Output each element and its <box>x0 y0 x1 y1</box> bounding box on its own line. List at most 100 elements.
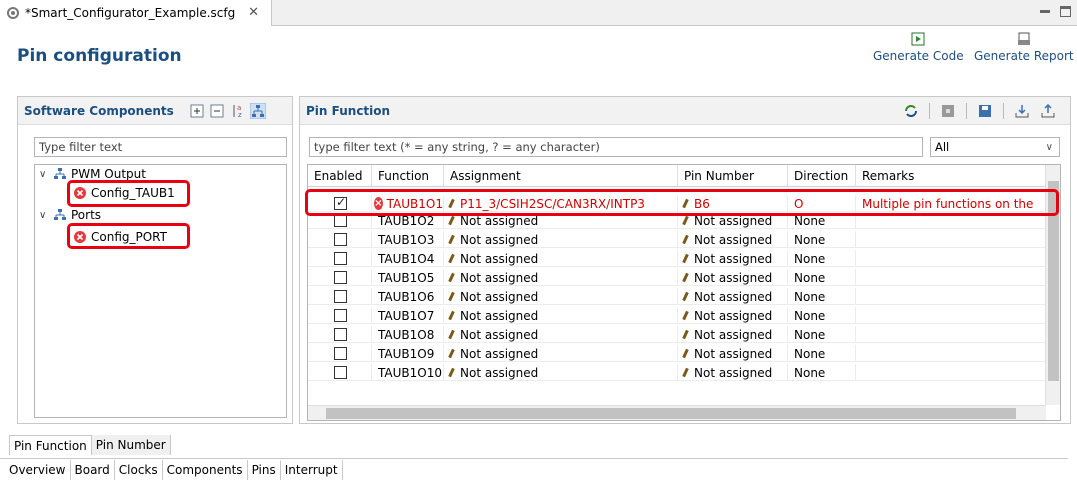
pin-filter-input[interactable]: type filter text (* = any string, ? = an… <box>309 137 923 157</box>
horizontal-scrollbar[interactable] <box>308 405 1046 420</box>
column-header-remarks[interactable]: Remarks <box>856 165 1046 187</box>
pin-number-cell[interactable]: Not assigned <box>678 364 788 381</box>
assignment-cell[interactable]: Not assigned <box>444 326 678 343</box>
enabled-cell <box>308 326 372 343</box>
chevron-down-icon[interactable]: ∨ <box>39 210 49 221</box>
enabled-checkbox[interactable] <box>334 309 347 322</box>
close-icon[interactable]: ✕ <box>248 5 259 20</box>
enabled-checkbox[interactable] <box>334 233 347 246</box>
edit-pencil-icon[interactable] <box>448 348 455 359</box>
minimize-icon[interactable] <box>1040 10 1050 13</box>
edit-pencil-icon[interactable] <box>448 253 455 264</box>
tree-view-icon[interactable] <box>249 102 266 119</box>
pin-number-value: Not assigned <box>694 308 773 323</box>
edit-pencil-icon[interactable] <box>448 234 455 245</box>
column-header-function[interactable]: Function <box>372 165 444 187</box>
tab-pins[interactable]: Pins <box>247 459 281 480</box>
direction-cell: None <box>788 250 856 267</box>
enabled-cell <box>308 269 372 286</box>
edit-pencil-icon[interactable] <box>682 367 689 378</box>
edit-pencil-icon[interactable] <box>682 329 689 340</box>
column-header-assignment[interactable]: Assignment <box>444 165 678 187</box>
edit-pencil-icon[interactable] <box>448 367 455 378</box>
edit-pencil-icon[interactable] <box>448 291 455 302</box>
pin-filter-select[interactable]: All ∨ <box>930 137 1060 157</box>
table-row[interactable]: TAUB1O10 Not assigned Not assigned None <box>308 364 1046 381</box>
chevron-down-icon: ∨ <box>1045 141 1053 153</box>
column-header-direction[interactable]: Direction <box>788 165 856 187</box>
edit-pencil-icon[interactable] <box>682 272 689 283</box>
edit-pencil-icon[interactable] <box>682 291 689 302</box>
enabled-checkbox[interactable] <box>334 366 347 379</box>
tree-node-ports[interactable]: ∨ Ports <box>39 206 101 224</box>
assignment-value: Not assigned <box>460 251 539 266</box>
edit-pencil-icon[interactable] <box>682 253 689 264</box>
function-cell: TAUB1O3 <box>372 231 444 248</box>
sort-icon[interactable]: az <box>230 103 246 119</box>
pin-number-cell[interactable]: Not assigned <box>678 345 788 362</box>
enabled-checkbox[interactable] <box>334 252 347 265</box>
horizontal-scroll-thumb[interactable] <box>326 408 1016 419</box>
pin-number-cell[interactable]: Not assigned <box>678 307 788 324</box>
edit-pencil-icon[interactable] <box>448 310 455 321</box>
table-row[interactable]: TAUB1O5 Not assigned Not assigned None <box>308 269 1046 286</box>
enabled-checkbox[interactable] <box>334 271 347 284</box>
pin-number-cell[interactable]: Not assigned <box>678 288 788 305</box>
assignment-value: Not assigned <box>460 289 539 304</box>
maximize-icon[interactable] <box>1060 6 1071 17</box>
generate-report-button[interactable]: Generate Report <box>974 32 1074 63</box>
tab-interrupt[interactable]: Interrupt <box>281 459 343 480</box>
column-header-pin-number[interactable]: Pin Number <box>678 165 788 187</box>
edit-pencil-icon[interactable] <box>682 310 689 321</box>
import-icon[interactable] <box>1014 103 1030 119</box>
table-row[interactable]: TAUB1O4 Not assigned Not assigned None <box>308 250 1046 267</box>
component-filter-input[interactable]: Type filter text <box>34 137 287 157</box>
generate-code-button[interactable]: Generate Code <box>873 32 964 63</box>
assignment-cell[interactable]: Not assigned <box>444 288 678 305</box>
table-row[interactable]: TAUB1O3 Not assigned Not assigned None <box>308 231 1046 248</box>
tab-clocks[interactable]: Clocks <box>115 459 163 480</box>
table-row[interactable]: TAUB1O7 Not assigned Not assigned None <box>308 307 1046 324</box>
assignment-value: Not assigned <box>460 232 539 247</box>
expand-all-icon[interactable] <box>190 104 204 118</box>
column-header-enabled[interactable]: Enabled <box>308 165 372 187</box>
table-row[interactable]: TAUB1O9 Not assigned Not assigned None <box>308 345 1046 362</box>
enabled-checkbox[interactable] <box>334 347 347 360</box>
export-icon[interactable] <box>1040 103 1056 119</box>
chevron-down-icon[interactable]: ∨ <box>39 169 49 180</box>
edit-pencil-icon[interactable] <box>682 234 689 245</box>
tab-pin-number[interactable]: Pin Number <box>91 435 171 455</box>
edit-pencil-icon[interactable] <box>448 215 455 226</box>
edit-pencil-icon[interactable] <box>448 329 455 340</box>
collapse-all-icon[interactable] <box>210 104 224 118</box>
assignment-cell[interactable]: Not assigned <box>444 307 678 324</box>
table-row[interactable]: TAUB1O6 Not assigned Not assigned None <box>308 288 1046 305</box>
pin-number-cell[interactable]: Not assigned <box>678 231 788 248</box>
enabled-checkbox[interactable] <box>334 328 347 341</box>
tab-board[interactable]: Board <box>71 459 115 480</box>
tab-overview[interactable]: Overview <box>0 459 71 480</box>
assignment-cell[interactable]: Not assigned <box>444 250 678 267</box>
tab-components[interactable]: Components <box>163 459 248 480</box>
assignment-cell[interactable]: Not assigned <box>444 345 678 362</box>
software-components-header: Software Components az <box>18 97 292 125</box>
refresh-icon[interactable] <box>903 103 919 119</box>
table-row[interactable]: TAUB1O8 Not assigned Not assigned None <box>308 326 1046 343</box>
assignment-cell[interactable]: Not assigned <box>444 364 678 381</box>
edit-pencil-icon[interactable] <box>682 348 689 359</box>
editor-tab[interactable]: *Smart_Configurator_Example.scfg ✕ <box>0 0 272 26</box>
edit-pencil-icon[interactable] <box>448 272 455 283</box>
pin-number-cell[interactable]: Not assigned <box>678 250 788 267</box>
edit-pencil-icon[interactable] <box>682 215 689 226</box>
pin-number-cell[interactable]: Not assigned <box>678 269 788 286</box>
assignment-cell[interactable]: Not assigned <box>444 269 678 286</box>
enabled-cell <box>308 231 372 248</box>
function-name: TAUB1O9 <box>378 346 435 361</box>
enabled-checkbox[interactable] <box>334 290 347 303</box>
pin-number-cell[interactable]: Not assigned <box>678 326 788 343</box>
pin-settings-icon[interactable] <box>940 103 956 119</box>
tab-pin-function[interactable]: Pin Function <box>9 435 92 455</box>
function-name: TAUB1O10 <box>378 365 442 380</box>
assignment-cell[interactable]: Not assigned <box>444 231 678 248</box>
save-config-icon[interactable] <box>977 103 993 119</box>
